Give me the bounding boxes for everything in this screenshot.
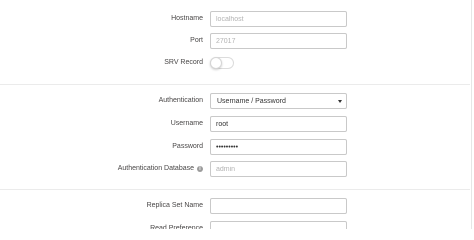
username-label: Username <box>170 120 203 127</box>
section-divider <box>0 189 470 190</box>
password-label: Password <box>172 143 203 150</box>
auth-database-input[interactable] <box>211 162 346 176</box>
read-preference-row: Read Preference <box>0 221 470 229</box>
username-field-box <box>210 116 347 132</box>
srv-record-label: SRV Record <box>164 59 203 66</box>
auth-database-label-group: Authentication Database i <box>118 161 203 177</box>
replica-set-row: Replica Set Name <box>0 198 470 214</box>
authentication-row: Authentication Username / Password <box>0 93 470 109</box>
auth-database-field-box <box>210 161 347 177</box>
replica-set-field-box <box>210 198 347 214</box>
hostname-field-box <box>210 11 347 27</box>
port-field-box <box>210 33 347 49</box>
section-divider <box>0 84 470 85</box>
auth-database-label: Authentication Database <box>117 165 194 172</box>
password-row: Password <box>0 139 470 155</box>
connection-form: Hostname Port SRV Record Authentication … <box>0 0 474 229</box>
auth-database-row: Authentication Database i <box>0 161 470 177</box>
password-field-box <box>210 139 347 155</box>
srv-record-toggle[interactable] <box>210 57 234 69</box>
srv-record-row: SRV Record <box>0 55 470 71</box>
replica-set-label: Replica Set Name <box>146 202 203 209</box>
caret-down-icon <box>338 99 342 103</box>
port-row: Port <box>0 33 470 49</box>
username-row: Username <box>0 116 470 132</box>
replica-set-input[interactable] <box>211 199 346 213</box>
read-preference-label: Read Preference <box>150 225 203 229</box>
toggle-knob <box>210 57 222 69</box>
password-input[interactable] <box>211 140 346 154</box>
info-icon[interactable]: i <box>197 166 203 172</box>
authentication-select[interactable]: Username / Password <box>210 93 347 109</box>
port-label: Port <box>190 37 203 44</box>
port-input[interactable] <box>211 34 346 48</box>
hostname-row: Hostname <box>0 11 470 27</box>
username-input[interactable] <box>211 117 346 131</box>
read-preference-select[interactable] <box>210 221 347 229</box>
authentication-label: Authentication <box>158 97 203 104</box>
hostname-label: Hostname <box>171 15 203 22</box>
hostname-input[interactable] <box>211 12 346 26</box>
authentication-selected-value: Username / Password <box>217 97 286 105</box>
